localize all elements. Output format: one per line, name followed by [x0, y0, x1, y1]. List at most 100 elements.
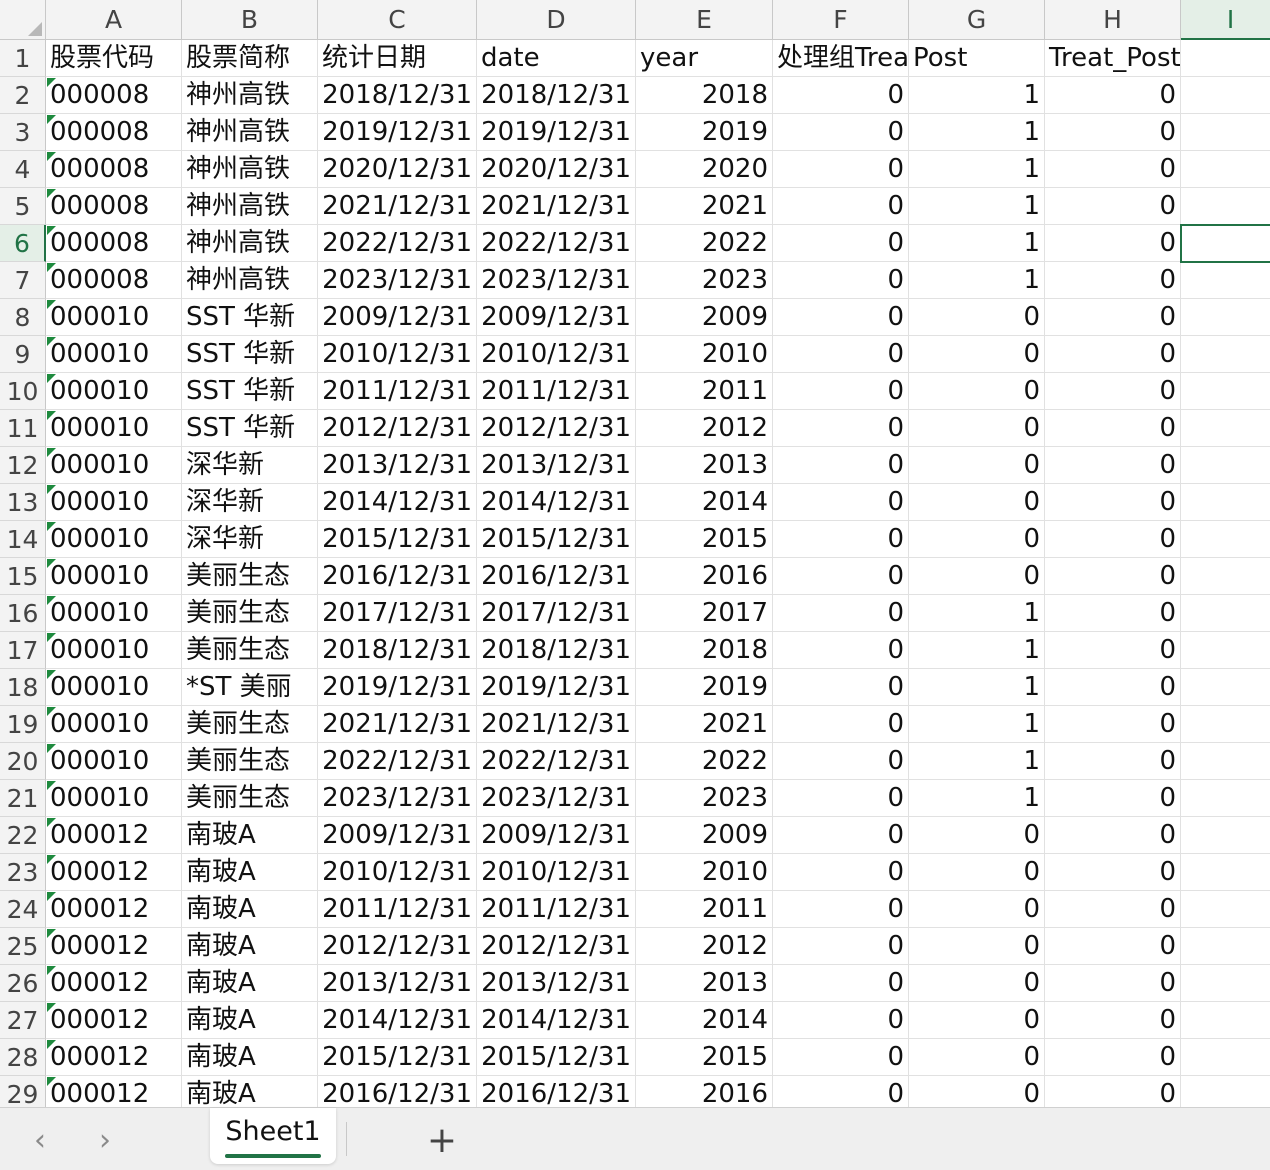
- table-cell[interactable]: 0: [1045, 743, 1181, 780]
- table-cell[interactable]: 0: [909, 521, 1045, 558]
- table-cell[interactable]: 神州高铁: [182, 188, 318, 225]
- table-cell[interactable]: 0: [773, 558, 909, 595]
- table-cell[interactable]: 000010: [46, 484, 182, 521]
- table-cell[interactable]: 神州高铁: [182, 77, 318, 114]
- table-cell[interactable]: 0: [773, 891, 909, 928]
- table-cell[interactable]: 1: [909, 262, 1045, 299]
- table-cell[interactable]: [1181, 854, 1270, 891]
- table-cell[interactable]: [1181, 817, 1270, 854]
- table-cell[interactable]: 2022/12/31: [318, 225, 477, 262]
- sheet-tab-sheet1[interactable]: Sheet1: [210, 1108, 336, 1164]
- table-cell[interactable]: 2009/12/31: [477, 817, 636, 854]
- table-cell[interactable]: 0: [1045, 1076, 1181, 1107]
- table-cell[interactable]: 2012/12/31: [477, 410, 636, 447]
- table-cell[interactable]: 0: [773, 780, 909, 817]
- table-cell[interactable]: 2023/12/31: [477, 780, 636, 817]
- table-cell[interactable]: 0: [1045, 151, 1181, 188]
- table-cell[interactable]: [1181, 447, 1270, 484]
- table-cell[interactable]: 0: [773, 706, 909, 743]
- table-cell[interactable]: 南玻A: [182, 891, 318, 928]
- select-all-corner[interactable]: [0, 0, 46, 40]
- row-header-28[interactable]: 28: [0, 1039, 46, 1076]
- row-header-6[interactable]: 6: [0, 225, 46, 262]
- table-cell[interactable]: 000010: [46, 780, 182, 817]
- row-header-27[interactable]: 27: [0, 1002, 46, 1039]
- table-cell[interactable]: 2021: [636, 706, 773, 743]
- table-cell[interactable]: [1181, 1002, 1270, 1039]
- column-title-cell[interactable]: year: [636, 40, 773, 77]
- table-cell[interactable]: 2018/12/31: [477, 632, 636, 669]
- row-header-14[interactable]: 14: [0, 521, 46, 558]
- table-cell[interactable]: 000008: [46, 262, 182, 299]
- column-title-cell[interactable]: Treat_Post: [1045, 40, 1181, 77]
- table-cell[interactable]: 神州高铁: [182, 262, 318, 299]
- table-cell[interactable]: 1: [909, 669, 1045, 706]
- table-cell[interactable]: 2012: [636, 410, 773, 447]
- table-cell[interactable]: 0: [773, 669, 909, 706]
- table-cell[interactable]: [1181, 151, 1270, 188]
- row-header-11[interactable]: 11: [0, 410, 46, 447]
- table-cell[interactable]: 美丽生态: [182, 632, 318, 669]
- table-cell[interactable]: 2016/12/31: [318, 558, 477, 595]
- table-cell[interactable]: 2010: [636, 336, 773, 373]
- table-cell[interactable]: 0: [773, 410, 909, 447]
- row-header-24[interactable]: 24: [0, 891, 46, 928]
- table-cell[interactable]: 0: [1045, 1002, 1181, 1039]
- table-cell[interactable]: 0: [773, 928, 909, 965]
- table-cell[interactable]: [1181, 521, 1270, 558]
- column-title-cell[interactable]: 处理组Treat: [773, 40, 909, 77]
- row-header-12[interactable]: 12: [0, 447, 46, 484]
- table-cell[interactable]: 0: [909, 558, 1045, 595]
- table-cell[interactable]: [1181, 1039, 1270, 1076]
- table-cell[interactable]: 2021/12/31: [318, 188, 477, 225]
- table-cell[interactable]: 2010/12/31: [318, 854, 477, 891]
- table-cell[interactable]: 0: [909, 484, 1045, 521]
- table-cell[interactable]: [1181, 558, 1270, 595]
- table-cell[interactable]: 000010: [46, 336, 182, 373]
- table-cell[interactable]: 0: [1045, 410, 1181, 447]
- table-cell[interactable]: 2023/12/31: [477, 262, 636, 299]
- table-cell[interactable]: 2014/12/31: [318, 484, 477, 521]
- table-cell[interactable]: 0: [909, 817, 1045, 854]
- table-cell[interactable]: 2015/12/31: [477, 1039, 636, 1076]
- table-cell[interactable]: 000008: [46, 77, 182, 114]
- table-cell[interactable]: 2010/12/31: [318, 336, 477, 373]
- table-cell[interactable]: 2013/12/31: [477, 965, 636, 1002]
- table-cell[interactable]: 2012/12/31: [318, 928, 477, 965]
- table-cell[interactable]: 000012: [46, 854, 182, 891]
- table-cell[interactable]: 美丽生态: [182, 706, 318, 743]
- table-cell[interactable]: 0: [773, 817, 909, 854]
- table-cell[interactable]: 0: [1045, 225, 1181, 262]
- table-cell[interactable]: 0: [1045, 669, 1181, 706]
- table-cell[interactable]: 2014/12/31: [477, 1002, 636, 1039]
- table-cell[interactable]: 2018/12/31: [318, 632, 477, 669]
- table-cell[interactable]: 2010/12/31: [477, 854, 636, 891]
- table-cell[interactable]: 2016/12/31: [318, 1076, 477, 1107]
- table-cell[interactable]: 2016: [636, 1076, 773, 1107]
- table-cell[interactable]: 2019/12/31: [477, 669, 636, 706]
- table-cell[interactable]: 2022/12/31: [318, 743, 477, 780]
- table-cell[interactable]: 2018/12/31: [318, 77, 477, 114]
- column-header-i[interactable]: I: [1181, 0, 1270, 40]
- table-cell[interactable]: 2021/12/31: [477, 706, 636, 743]
- table-cell[interactable]: 0: [1045, 262, 1181, 299]
- table-cell[interactable]: 2020/12/31: [477, 151, 636, 188]
- table-cell[interactable]: 深华新: [182, 484, 318, 521]
- table-cell[interactable]: 0: [773, 521, 909, 558]
- table-cell[interactable]: 2013/12/31: [318, 965, 477, 1002]
- table-cell[interactable]: 0: [1045, 484, 1181, 521]
- table-cell[interactable]: 1: [909, 151, 1045, 188]
- row-header-29[interactable]: 29: [0, 1076, 46, 1107]
- column-header-d[interactable]: D: [477, 0, 636, 40]
- table-cell[interactable]: 0: [1045, 854, 1181, 891]
- table-cell[interactable]: [1181, 669, 1270, 706]
- table-cell[interactable]: 南玻A: [182, 1002, 318, 1039]
- table-cell[interactable]: 000012: [46, 1076, 182, 1107]
- table-cell[interactable]: [1181, 188, 1270, 225]
- table-cell[interactable]: 1: [909, 188, 1045, 225]
- table-cell[interactable]: 000010: [46, 373, 182, 410]
- table-cell[interactable]: 2009: [636, 817, 773, 854]
- column-title-cell[interactable]: Post: [909, 40, 1045, 77]
- column-header-c[interactable]: C: [318, 0, 477, 40]
- table-cell[interactable]: 000010: [46, 521, 182, 558]
